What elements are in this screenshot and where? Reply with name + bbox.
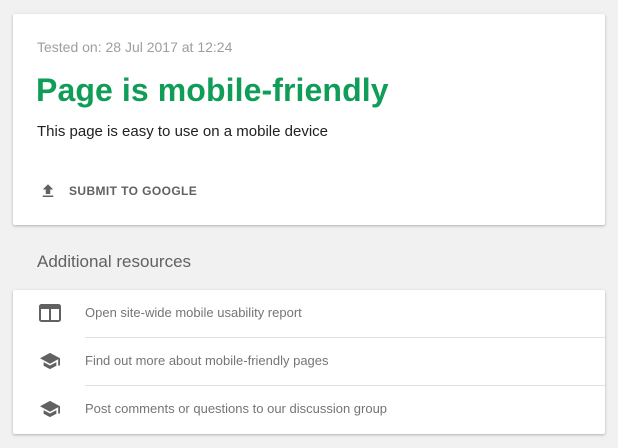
resource-item-label: Find out more about mobile-friendly page… (85, 353, 329, 368)
submit-button-label: SUBMIT TO GOOGLE (69, 184, 198, 198)
tested-on-timestamp: Tested on: 28 Jul 2017 at 12:24 (37, 39, 233, 55)
school-icon (39, 399, 61, 419)
resources-card: Open site-wide mobile usability report F… (13, 290, 605, 434)
resource-item-label: Open site-wide mobile usability report (85, 305, 302, 320)
submit-to-google-button[interactable]: SUBMIT TO GOOGLE (35, 177, 203, 205)
resource-item-discussion-group[interactable]: Post comments or questions to our discus… (13, 386, 605, 433)
web-report-icon (39, 303, 61, 323)
resource-item-usability-report[interactable]: Open site-wide mobile usability report (13, 290, 605, 337)
school-icon (39, 351, 61, 371)
resource-item-mobile-friendly-pages[interactable]: Find out more about mobile-friendly page… (13, 338, 605, 385)
additional-resources-heading: Additional resources (37, 252, 192, 271)
result-description: This page is easy to use on a mobile dev… (37, 123, 328, 140)
result-card: Tested on: 28 Jul 2017 at 12:24 Page is … (13, 14, 605, 225)
upload-icon (39, 182, 57, 200)
result-title: Page is mobile-friendly (36, 72, 389, 108)
resource-item-label: Post comments or questions to our discus… (85, 401, 388, 416)
